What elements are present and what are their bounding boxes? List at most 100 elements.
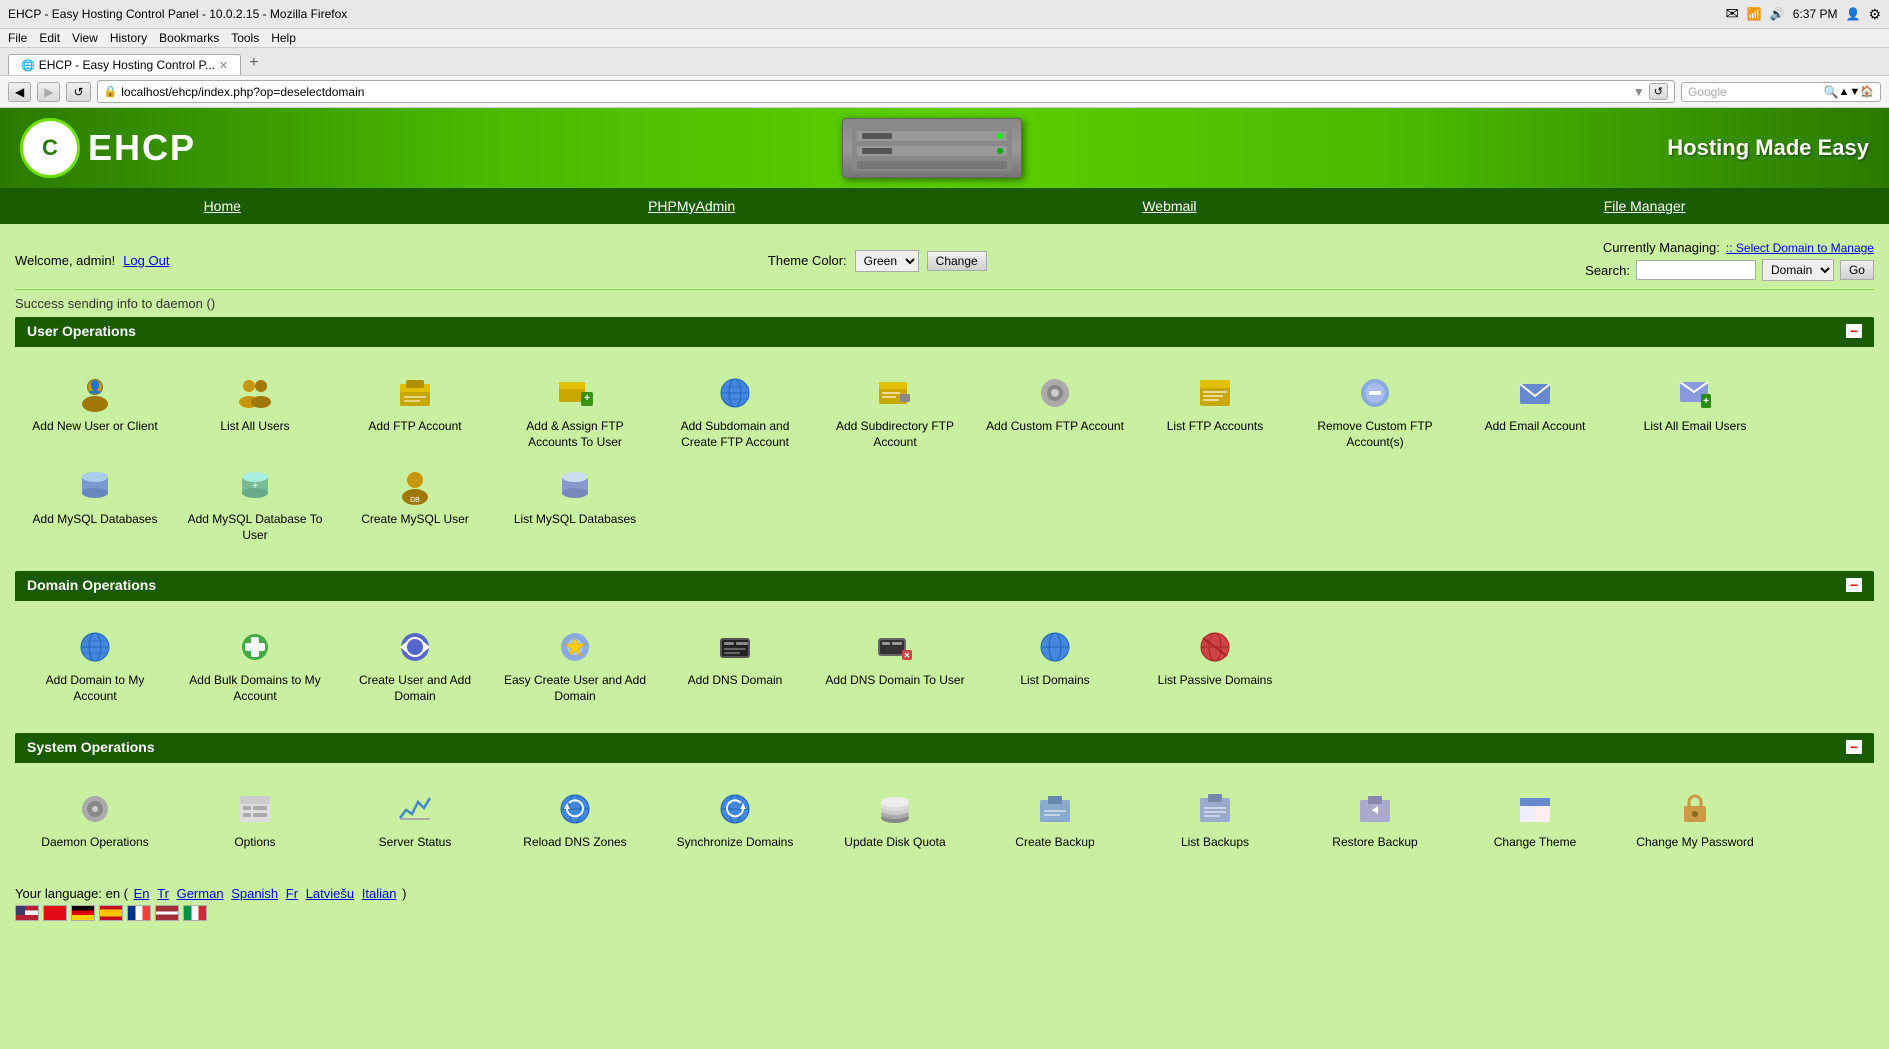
- add-email-account-link[interactable]: Add Email Account: [1455, 365, 1615, 458]
- user-icon: 👤: [1845, 7, 1860, 21]
- nav-filemanager[interactable]: File Manager: [1584, 188, 1706, 224]
- add-custom-ftp-link[interactable]: Add Custom FTP Account: [975, 365, 1135, 458]
- tab-close-icon[interactable]: ✕: [219, 59, 228, 72]
- new-tab-button[interactable]: +: [243, 51, 264, 75]
- language-text: Your language: en (: [15, 886, 128, 901]
- list-ftp-accounts-link[interactable]: List FTP Accounts: [1135, 365, 1295, 458]
- menu-tools[interactable]: Tools: [231, 31, 259, 45]
- menu-history[interactable]: History: [110, 31, 147, 45]
- options-link[interactable]: Options: [175, 781, 335, 859]
- add-bulk-domains-link[interactable]: Add Bulk Domains to My Account: [175, 619, 335, 712]
- add-domain-to-account-label: Add Domain to My Account: [23, 673, 167, 704]
- daemon-operations-link[interactable]: Daemon Operations: [15, 781, 175, 859]
- search-input[interactable]: [1636, 260, 1756, 280]
- server-status-link[interactable]: Server Status: [335, 781, 495, 859]
- add-dns-domain-to-user-icon: ✕: [875, 627, 915, 667]
- change-theme-link[interactable]: Change Theme: [1455, 781, 1615, 859]
- reload-dns-zones-link[interactable]: Reload DNS Zones: [495, 781, 655, 859]
- update-disk-quota-link[interactable]: Update Disk Quota: [815, 781, 975, 859]
- domain-operations-collapse-button[interactable]: −: [1846, 578, 1862, 592]
- list-domains-link[interactable]: List Domains: [975, 619, 1135, 712]
- reload-address-button[interactable]: ↺: [1649, 83, 1668, 100]
- add-dns-domain-to-user-label: Add DNS Domain To User: [825, 673, 964, 689]
- forward-button[interactable]: ▶: [37, 82, 60, 102]
- add-assign-ftp-link[interactable]: + Add & Assign FTP Accounts To User: [495, 365, 655, 458]
- create-user-add-domain-link[interactable]: Create User and Add Domain: [335, 619, 495, 712]
- add-mysql-database-to-user-link[interactable]: + Add MySQL Database To User: [175, 458, 335, 551]
- add-ftp-account-link[interactable]: Add FTP Account: [335, 365, 495, 458]
- theme-select[interactable]: Green: [855, 250, 919, 272]
- back-button[interactable]: ◀: [8, 82, 31, 102]
- go-button[interactable]: Go: [1840, 260, 1874, 280]
- create-mysql-user-link[interactable]: DB Create MySQL User: [335, 458, 495, 551]
- list-mysql-databases-link[interactable]: List MySQL Databases: [495, 458, 655, 551]
- active-tab[interactable]: 🌐 EHCP - Easy Hosting Control P... ✕: [8, 54, 241, 75]
- nav-phpmyadmin[interactable]: PHPMyAdmin: [628, 188, 755, 224]
- list-backups-link[interactable]: List Backups: [1135, 781, 1295, 859]
- system-operations-collapse-button[interactable]: −: [1846, 740, 1862, 754]
- user-operations-title: User Operations: [27, 323, 136, 339]
- nav-home[interactable]: Home: [184, 188, 261, 224]
- user-operations-collapse-button[interactable]: −: [1846, 324, 1862, 338]
- domain-operations-header: Domain Operations −: [15, 571, 1874, 599]
- synchronize-domains-link[interactable]: Synchronize Domains: [655, 781, 815, 859]
- svg-text:+: +: [584, 393, 590, 404]
- add-subdomain-ftp-label: Add Subdomain and Create FTP Account: [663, 419, 807, 450]
- flag-es: [99, 905, 123, 921]
- lang-latvian-link[interactable]: Latviešu: [306, 886, 354, 901]
- nav-webmail[interactable]: Webmail: [1122, 188, 1216, 224]
- add-dns-domain-link[interactable]: Add DNS Domain: [655, 619, 815, 712]
- rss-icon[interactable]: 📶: [1747, 7, 1762, 21]
- lang-tr-link[interactable]: Tr: [157, 886, 169, 901]
- lang-en-link[interactable]: En: [134, 886, 150, 901]
- add-mysql-databases-link[interactable]: Add MySQL Databases: [15, 458, 175, 551]
- settings-icon[interactable]: ⚙: [1868, 6, 1881, 23]
- refresh-button[interactable]: ↺: [66, 82, 90, 102]
- change-theme-button[interactable]: Change: [927, 251, 987, 271]
- change-my-password-link[interactable]: Change My Password: [1615, 781, 1775, 859]
- list-domains-icon: [1035, 627, 1075, 667]
- search-result-prev-icon[interactable]: ▲: [1839, 86, 1850, 98]
- add-subdomain-ftp-link[interactable]: Add Subdomain and Create FTP Account: [655, 365, 815, 458]
- domain-select[interactable]: Domain: [1762, 259, 1834, 281]
- time-display: 6:37 PM: [1793, 7, 1838, 21]
- address-bar[interactable]: 🔒 localhost/ehcp/index.php?op=deselectdo…: [97, 80, 1675, 103]
- menu-help[interactable]: Help: [271, 31, 296, 45]
- system-operations-title: System Operations: [27, 739, 155, 755]
- menu-file[interactable]: File: [8, 31, 27, 45]
- add-dns-domain-to-user-link[interactable]: ✕ Add DNS Domain To User: [815, 619, 975, 712]
- add-new-user-or-client-link[interactable]: 👤 Add New User or Client: [15, 365, 175, 458]
- home-icon[interactable]: 🏠: [1860, 85, 1874, 98]
- create-backup-link[interactable]: Create Backup: [975, 781, 1135, 859]
- add-subdomain-ftp-icon: [715, 373, 755, 413]
- easy-create-user-add-domain-label: Easy Create User and Add Domain: [503, 673, 647, 704]
- easy-create-user-add-domain-link[interactable]: Easy Create User and Add Domain: [495, 619, 655, 712]
- lang-fr-link[interactable]: Fr: [286, 886, 298, 901]
- list-all-users-link[interactable]: List All Users: [175, 365, 335, 458]
- easy-create-user-add-domain-icon: [555, 627, 595, 667]
- minimize-icon[interactable]: ✉: [1725, 4, 1738, 24]
- address-text: localhost/ehcp/index.php?op=deselectdoma…: [121, 85, 364, 99]
- menu-bookmarks[interactable]: Bookmarks: [159, 31, 219, 45]
- search-icon[interactable]: 🔍: [1824, 85, 1839, 99]
- select-domain-link[interactable]: :: Select Domain to Manage: [1726, 241, 1874, 255]
- add-domain-to-account-link[interactable]: Add Domain to My Account: [15, 619, 175, 712]
- add-custom-ftp-label: Add Custom FTP Account: [986, 419, 1124, 435]
- options-label: Options: [234, 835, 275, 851]
- browser-search-bar[interactable]: Google 🔍 ▲ ▼ 🏠: [1681, 82, 1881, 102]
- lang-italian-link[interactable]: Italian: [362, 886, 397, 901]
- lang-spanish-link[interactable]: Spanish: [231, 886, 278, 901]
- restore-backup-link[interactable]: Restore Backup: [1295, 781, 1455, 859]
- search-result-next-icon[interactable]: ▼: [1849, 86, 1860, 98]
- lang-german-link[interactable]: German: [177, 886, 224, 901]
- add-subdirectory-ftp-link[interactable]: Add Subdirectory FTP Account: [815, 365, 975, 458]
- list-passive-domains-link[interactable]: List Passive Domains: [1135, 619, 1295, 712]
- menu-edit[interactable]: Edit: [39, 31, 60, 45]
- sound-icon[interactable]: 🔊: [1770, 7, 1785, 21]
- flag-lv: [155, 905, 179, 921]
- remove-custom-ftp-link[interactable]: Remove Custom FTP Account(s): [1295, 365, 1455, 458]
- menu-view[interactable]: View: [72, 31, 98, 45]
- list-all-email-users-link[interactable]: + List All Email Users: [1615, 365, 1775, 458]
- dropdown-arrow[interactable]: ▼: [1633, 85, 1645, 99]
- logout-link[interactable]: Log Out: [123, 253, 169, 268]
